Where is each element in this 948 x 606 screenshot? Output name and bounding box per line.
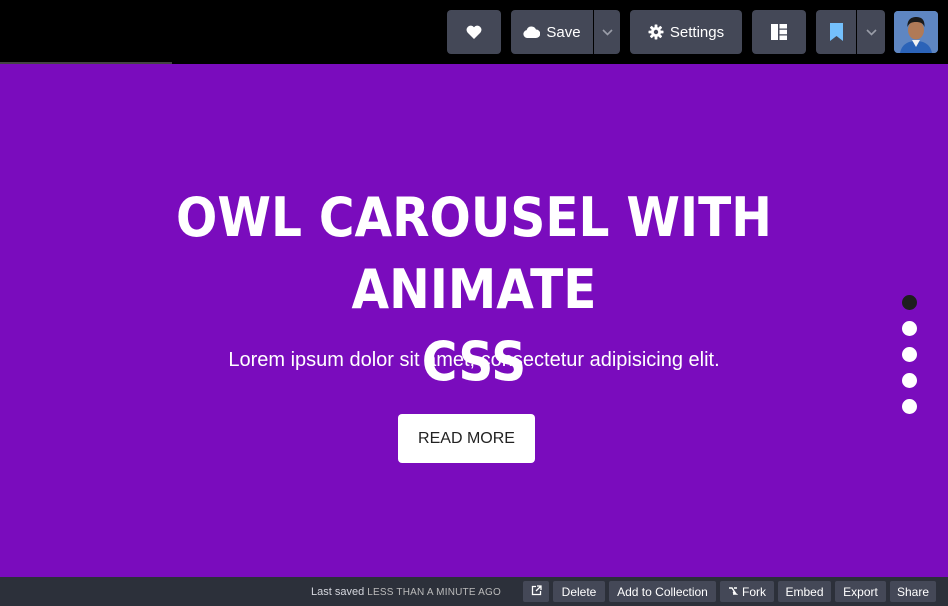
add-to-collection-button[interactable]: Add to Collection bbox=[609, 581, 716, 602]
user-avatar[interactable] bbox=[894, 11, 938, 53]
save-dropdown-button[interactable] bbox=[594, 10, 620, 54]
open-external-button[interactable] bbox=[523, 581, 549, 602]
top-toolbar: Save Settings bbox=[0, 0, 948, 64]
carousel-dot-5[interactable] bbox=[902, 399, 917, 414]
settings-label: Settings bbox=[669, 23, 725, 41]
external-link-icon bbox=[531, 584, 542, 599]
slide-title-line-1: OWL CAROUSEL WITH ANIMATE bbox=[176, 186, 772, 321]
cloud-icon bbox=[523, 26, 541, 38]
fork-icon bbox=[728, 585, 739, 599]
slide-subtitle: Lorem ipsum dolor sit amet, consectetur … bbox=[228, 349, 720, 371]
layout-icon bbox=[771, 24, 787, 40]
save-button[interactable]: Save bbox=[511, 10, 593, 54]
bookmark-icon bbox=[829, 23, 843, 41]
carousel-dot-1[interactable] bbox=[902, 295, 917, 310]
chevron-down-icon bbox=[865, 28, 877, 36]
chevron-down-icon bbox=[601, 28, 613, 36]
fork-button[interactable]: Fork bbox=[720, 581, 774, 602]
heart-button[interactable] bbox=[447, 10, 501, 54]
carousel-slide: OWL CAROUSEL WITH ANIMATE CSS Lorem ipsu… bbox=[0, 64, 948, 577]
carousel-dot-2[interactable] bbox=[902, 321, 917, 336]
delete-button[interactable]: Delete bbox=[553, 581, 605, 602]
last-saved-status: Last saved LESS THAN A MINUTE AGO bbox=[311, 586, 501, 598]
bookmark-dropdown-button[interactable] bbox=[857, 10, 885, 54]
last-saved-time: LESS THAN A MINUTE AGO bbox=[367, 587, 501, 598]
layout-button[interactable] bbox=[752, 10, 806, 54]
carousel-dot-4[interactable] bbox=[902, 373, 917, 388]
settings-button[interactable]: Settings bbox=[630, 10, 742, 54]
carousel-dots bbox=[902, 295, 918, 425]
embed-button[interactable]: Embed bbox=[778, 581, 831, 602]
read-more-button[interactable]: READ MORE bbox=[398, 414, 535, 463]
bottom-bar: Last saved LESS THAN A MINUTE AGO Delete… bbox=[0, 577, 948, 606]
save-label: Save bbox=[546, 23, 581, 41]
export-button[interactable]: Export bbox=[835, 581, 886, 602]
fork-label: Fork bbox=[742, 584, 766, 599]
share-button[interactable]: Share bbox=[890, 581, 936, 602]
gear-icon bbox=[648, 24, 664, 40]
last-saved-label: Last saved bbox=[311, 586, 365, 598]
bookmark-button[interactable] bbox=[816, 10, 856, 54]
heart-icon bbox=[466, 25, 482, 39]
carousel-dot-3[interactable] bbox=[902, 347, 917, 362]
